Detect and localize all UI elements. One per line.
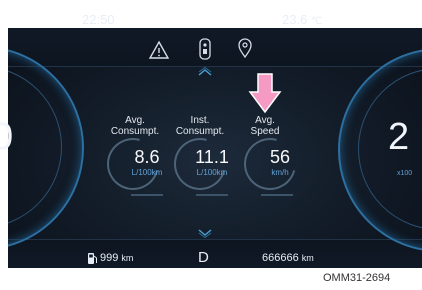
figure-reference-code: OMM31-2694 (323, 272, 391, 284)
clock-time: 22:50 (82, 12, 115, 27)
odometer-value: 666666 (262, 252, 299, 264)
readout-label-line2: Speed (250, 126, 280, 137)
readout-avg-speed-value: 56 (269, 147, 291, 167)
readout-divider (131, 194, 163, 196)
top-status-bar (8, 28, 422, 67)
outside-temperature: 23.6 ℃ (282, 12, 322, 27)
readout-avg-consumption-unit: L/100km (131, 168, 163, 177)
fuel-range-value: 999 (100, 252, 119, 264)
fuel-range: 999 km (100, 252, 133, 264)
chevron-down-icon[interactable] (198, 228, 212, 238)
readout-label-line1: Avg. (255, 115, 275, 126)
readout-divider (261, 194, 293, 196)
readout-label-line2: Consumpt. (175, 126, 225, 137)
temperature-unit: ℃ (310, 16, 323, 27)
readout-divider (196, 194, 228, 196)
right-gauge-value: 2 (388, 116, 410, 158)
odometer-unit: km (301, 253, 314, 263)
warning-triangle-icon (148, 40, 170, 59)
chevron-up-icon[interactable] (198, 67, 212, 77)
fuel-pump-icon (88, 253, 97, 264)
readout-avg-consumption-label: Avg. Consumpt. (100, 115, 170, 137)
readout-inst-consumption-unit: L/100km (196, 168, 228, 177)
odometer: 666666 km (262, 252, 314, 264)
readout-label-line1: Avg. (125, 115, 145, 126)
readout-avg-speed-label: Avg. Speed (230, 115, 300, 137)
readout-inst-consumption-label: Inst. Consumpt. (165, 115, 235, 137)
left-gauge-value: 0 (0, 116, 14, 158)
navigation-pin-icon (238, 38, 252, 58)
readout-avg-consumption-value: 8.6 (134, 147, 160, 167)
readout-label-line2: Consumpt. (110, 126, 160, 137)
seatbelt-reminder-icon (199, 38, 211, 60)
gear-indicator: D (198, 249, 209, 266)
fuel-range-unit: km (121, 253, 134, 263)
pointer-arrow-icon (248, 73, 282, 114)
right-gauge-unit: x100 (397, 170, 413, 177)
readout-inst-consumption-value: 11.1 (195, 147, 229, 167)
readout-label-line1: Inst. (190, 115, 210, 126)
bottom-status-bar (8, 239, 422, 268)
readout-avg-speed-unit: km/h (271, 168, 289, 177)
temperature-value: 23.6 (282, 12, 308, 27)
